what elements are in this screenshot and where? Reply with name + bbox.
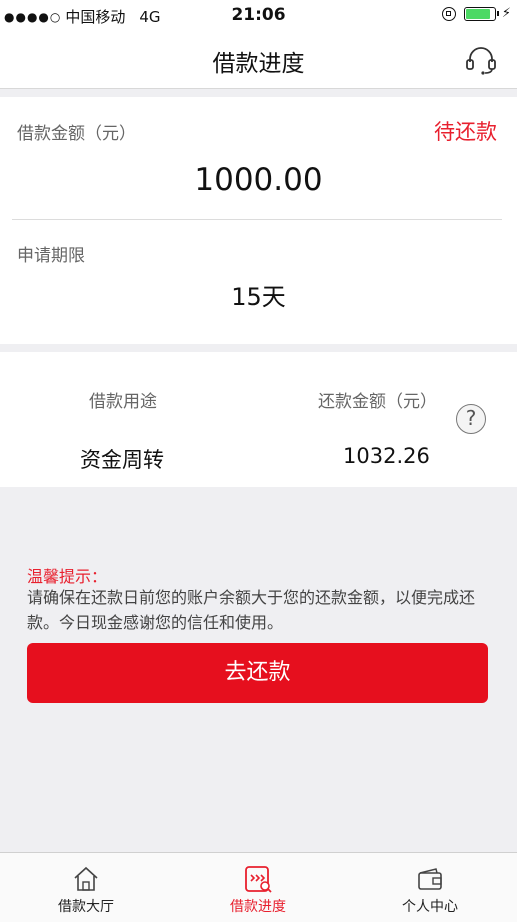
tab-label: 个人中心 xyxy=(402,899,458,915)
tab-personal-center[interactable]: 个人中心 xyxy=(344,853,516,922)
term-label: 申请期限 xyxy=(17,246,85,266)
page-title: 借款进度 xyxy=(212,51,305,77)
charging-icon: ⚡ xyxy=(501,6,511,21)
repay-amount: 1032.26 xyxy=(343,444,430,468)
tab-bar: 借款大厅 借款进度 个人中心 xyxy=(0,852,517,922)
headset-icon[interactable] xyxy=(465,45,497,75)
loan-purpose: 资金周转 xyxy=(80,448,164,472)
wallet-icon xyxy=(418,868,442,890)
tab-loan-progress[interactable]: 借款进度 xyxy=(172,853,344,922)
purpose-label: 借款用途 xyxy=(89,392,157,412)
repay-button[interactable]: 去还款 xyxy=(27,643,488,703)
clock: 21:06 xyxy=(231,5,286,25)
progress-icon xyxy=(245,866,272,893)
status-icons: ⚡ xyxy=(441,6,511,21)
divider xyxy=(12,219,502,220)
loan-amount: 1000.00 xyxy=(194,162,323,198)
tab-label: 借款进度 xyxy=(230,899,286,915)
tip-text: 请确保在还款日前您的账户余额大于您的还款金额，以便完成还款。今日现金感谢您的信任… xyxy=(27,588,476,632)
loan-summary-card: 借款金额（元） 待还款 1000.00 申请期限 15天 xyxy=(0,97,517,344)
repay-amount-label: 还款金额（元） xyxy=(318,392,437,412)
loan-term: 15天 xyxy=(231,283,286,311)
tab-label: 借款大厅 xyxy=(58,899,114,915)
status-bar: ●●●●○ 中国移动 4G 21:06 ⚡ xyxy=(0,0,517,30)
amount-label: 借款金额（元） xyxy=(17,124,136,144)
repayment-details-card: 借款用途 还款金额（元） ? 资金周转 1032.26 xyxy=(0,352,517,487)
battery-icon xyxy=(463,6,499,21)
help-icon[interactable]: ? xyxy=(456,404,486,434)
status-badge: 待还款 xyxy=(434,120,497,144)
tab-loan-hall[interactable]: 借款大厅 xyxy=(0,853,172,922)
rotation-lock-icon xyxy=(441,6,456,21)
tip-title: 温馨提示： xyxy=(27,567,108,586)
home-icon xyxy=(74,866,98,891)
navigation-bar: 借款进度 xyxy=(0,30,517,89)
